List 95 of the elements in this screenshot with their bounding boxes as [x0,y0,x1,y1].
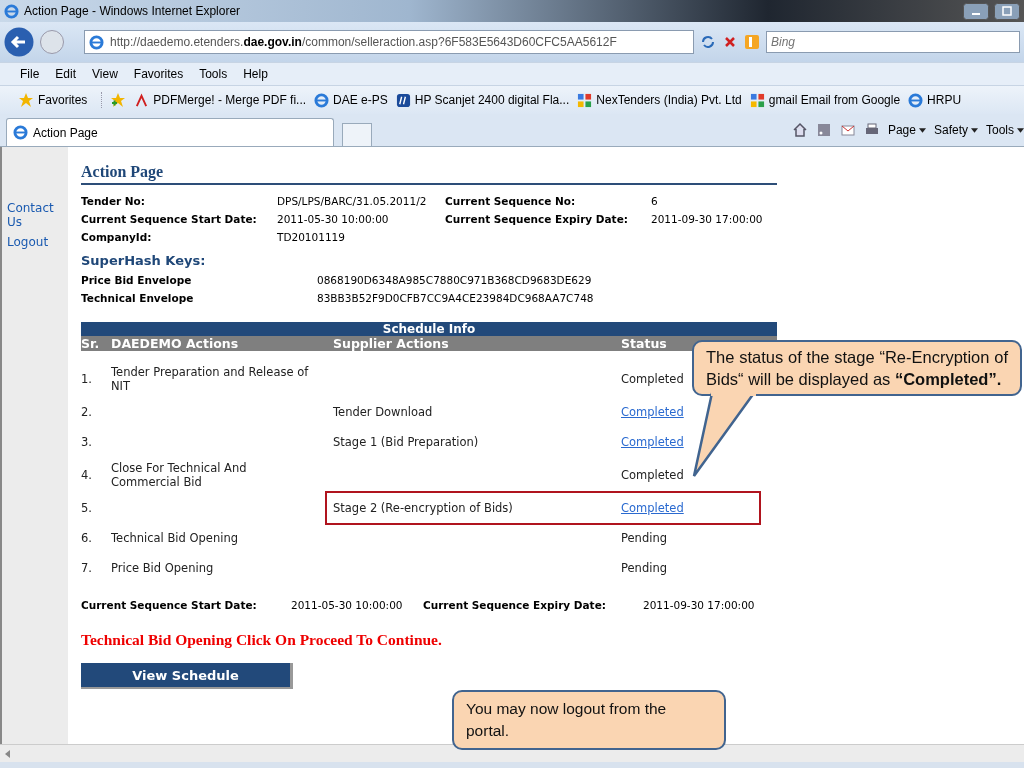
column-header: DAEDEMO Actions [111,336,240,351]
field-value: 2011-05-30 10:00:00 [277,213,390,225]
star-icon [18,92,34,108]
field-label: Current Sequence Expiry Date: [423,599,607,611]
caret-icon [918,128,926,134]
browser-tab[interactable]: Action Page [6,118,334,146]
minimize-button[interactable] [963,2,989,20]
section-heading: SuperHash Keys: [81,253,206,268]
favorite-link[interactable]: gmail Email from Google [749,92,901,108]
field-label: Price Bid Envelope [81,274,193,286]
status-link[interactable]: Completed [621,435,684,449]
caret-icon [971,128,978,134]
mail-icon[interactable] [839,122,856,138]
maximize-button[interactable] [994,2,1020,20]
page-icon [89,34,104,50]
column-header: Status [621,336,668,351]
field-label: Current Sequence Start Date: [81,599,258,611]
favorite-link[interactable]: NexTenders (India) Pvt. Ltd [577,92,742,108]
logo-icon [395,92,411,108]
menu-item[interactable]: Tools [199,67,228,81]
page-icon [13,125,28,140]
command-menu[interactable]: Safety [933,123,978,137]
column-header: Sr. [81,336,101,351]
sidebar-link[interactable]: Logout [2,235,57,249]
field-label: Current Sequence Expiry Date: [445,213,629,225]
browser-logo-icon [4,3,19,19]
hash-value: 0868190D6348A985C7880C971B368CD9683DE629 [317,274,593,286]
favorite-link[interactable]: PDFMerge! - Merge PDF fi... [134,92,307,108]
table-cell-text: 5. [81,501,93,515]
command-menu[interactable]: Page [887,123,926,137]
favorite-link[interactable]: HRPU [908,92,962,108]
notice-text: Technical Bid Opening Click On Proceed To Continue. [81,631,442,649]
column-header: Supplier Actions [333,336,450,351]
table-cell: Close For Technical And Commercial Bid [111,461,247,489]
menu-item[interactable]: Help [243,67,268,81]
table-cell-text: 6. [81,531,93,545]
address-field[interactable]: http://daedemo.etenders.dae.gov.in/common/selleraction.asp?6F583E5643D60CFC5AA5612F [84,30,694,54]
window-title: Action Page - Windows Internet Explorer [24,4,241,18]
table-cell: Completed [621,468,684,482]
table-cell: Tender Preparation and Release of NIT [111,365,309,393]
table-title: Schedule Info [81,322,777,336]
field-value: DPS/LPS/BARC/31.05.2011/2 [277,195,428,207]
feed-icon[interactable] [815,122,832,138]
table-cell: Pending [621,561,667,575]
status-link[interactable]: Completed [621,501,684,515]
menu-item[interactable]: Favorites [133,67,184,81]
favorite-link[interactable]: DAE e-PS [314,92,388,108]
table-cell: Tender Download [333,405,433,419]
scroll-left-icon[interactable] [5,749,10,758]
page-icon [314,92,330,108]
page-heading: Action Page [81,163,777,185]
favorites-button[interactable]: Favorites [18,92,103,108]
favorite-link[interactable]: HP Scanjet 2400 digital Fla... [395,92,570,108]
sidebar-link[interactable]: Contact Us [2,201,57,229]
table-cell: Price Bid Opening [111,561,214,575]
search-field[interactable]: Bing [766,31,1020,53]
view-schedule-button[interactable]: View Schedule [81,663,293,689]
table-cell-text: 1. [81,372,93,386]
new-tab-button[interactable] [342,123,372,146]
table-cell: Stage 2 (Re-encryption of Bids) [333,501,513,515]
table-cell-text: 3. [81,435,93,449]
add-favorite-icon[interactable] [110,92,127,108]
refresh-icon[interactable] [700,34,716,50]
table-cell: Pending [621,531,667,545]
caret-icon [1017,128,1024,134]
field-value: 2011-09-30 17:00:00 [643,599,756,611]
callout: You may now logout from the portal. [452,690,726,750]
status-link[interactable]: Completed [621,405,684,419]
horizontal-scrollbar[interactable] [0,744,1024,762]
field-value: 2011-09-30 17:00:00 [651,213,764,225]
menu-item[interactable]: Edit [55,67,77,81]
table-cell: Completed [621,372,684,386]
document-icon [134,92,150,108]
field-label: Current Sequence No: [445,195,577,207]
field-label: Tender No: [81,195,147,207]
command-menu[interactable]: Tools [986,123,1024,137]
back-button[interactable] [4,27,34,57]
squares-icon [749,92,765,108]
field-label: Current Sequence Start Date: [81,213,258,225]
field-value: 2011-05-30 10:00:00 [291,599,404,611]
page-icon [908,92,924,108]
squares-icon [577,92,593,108]
table-cell-text: 2. [81,405,93,419]
menu-item[interactable]: File [20,67,40,81]
table-cell: Stage 1 (Bid Preparation) [333,435,479,449]
field-label: CompanyId: [81,231,153,243]
table-cell-text: 4. [81,468,93,482]
field-label: Technical Envelope [81,292,195,304]
home-icon[interactable] [791,122,808,138]
table-cell-text: 7. [81,561,93,575]
menu-item[interactable]: View [92,67,118,81]
hash-value: 83BB3B52F9D0CFB7CC9A4CE23984DC968AA7C748 [317,292,595,304]
field-value: TD20101119 [277,231,346,243]
field-value: 6 [651,195,659,207]
table-cell: Technical Bid Opening [111,531,238,545]
